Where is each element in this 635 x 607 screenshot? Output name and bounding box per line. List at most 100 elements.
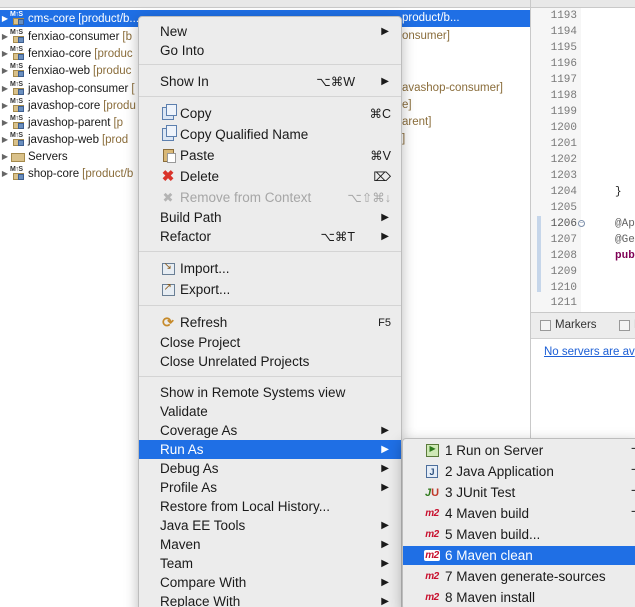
code-editor[interactable]: 1193 1194 1195 1196 1197 1198 1199 1200 … [530,0,635,312]
submenu-arrow-icon: ▶ [381,26,389,37]
menu-item-label: 1 Run on Server [445,443,544,458]
tree-item-branch: [prod [101,133,129,146]
java-app-icon: J [424,464,440,479]
menu-item-label: 4 Maven build [445,506,530,521]
tree-item-suffix: arent] [402,116,432,128]
tab-properties[interactable]: P [619,319,635,331]
menu-separator [139,305,401,306]
menu-item-restore-local-history[interactable]: Restore from Local History... [139,497,401,516]
run-as-java-application[interactable]: J 2 Java Application ⌥ [403,462,635,481]
shortcut-label: F5 [378,316,391,329]
menu-item-label: Show in Remote Systems view [160,385,346,400]
folder-icon [10,150,26,164]
menu-item-remove-from-context: ✖ Remove from Context ⌥⇧⌘↓ [139,188,401,207]
tree-item-label: javashop-parent [28,116,111,129]
menu-item-replace-with[interactable]: Replace With ▶ [139,592,401,607]
run-as-maven-build-dialog[interactable]: m2 5 Maven build... [403,525,635,544]
line-number: 1208 [550,250,577,262]
submenu-arrow-icon: ▶ [381,212,389,223]
tree-item-label: javashop-core [28,99,101,112]
editor-tab[interactable] [531,0,635,8]
tree-item-label: javashop-web [28,133,99,146]
menu-item-compare-with[interactable]: Compare With ▶ [139,573,401,592]
menu-item-label: Build Path [160,210,222,225]
line-number: 1205 [550,202,577,214]
tab-markers[interactable]: Markers [540,319,597,331]
tree-item-suffix: ] [402,133,406,145]
expand-arrow-icon[interactable]: ▶ [0,101,10,110]
tree-item-suffix: avashop-consumer] [402,82,503,94]
menu-item-show-remote-systems[interactable]: Show in Remote Systems view [139,383,401,402]
menu-item-label: Refresh [180,315,228,330]
menu-item-maven[interactable]: Maven ▶ [139,535,401,554]
line-number: 1197 [550,74,577,86]
expand-arrow-icon[interactable]: ▶ [0,135,10,144]
m2-icon: m2 [425,508,439,519]
menu-item-build-path[interactable]: Build Path ▶ [139,208,401,227]
run-as-maven-install[interactable]: m2 8 Maven install [403,588,635,607]
no-servers-link[interactable]: No servers are av [544,346,635,358]
menu-item-new[interactable]: New ▶ [139,22,401,41]
menu-item-label: Paste [180,148,215,163]
expand-arrow-icon[interactable]: ▶ [0,32,10,41]
menu-separator [139,376,401,377]
run-as-maven-build[interactable]: m2 4 Maven build ⌥ [403,504,635,523]
menu-item-paste[interactable]: Paste ⌘V [139,146,401,165]
menu-item-close-unrelated[interactable]: Close Unrelated Projects [139,352,401,371]
menu-item-label: Go Into [160,43,205,58]
tree-item-label: javashop-consumer [28,82,129,95]
menu-item-label: Copy [180,106,212,121]
expand-arrow-icon[interactable]: ▶ [0,118,10,127]
line-number: 1211 [550,297,577,309]
expand-arrow-icon[interactable]: ▶ [0,169,10,178]
menu-item-import[interactable]: Import... [139,259,401,278]
menu-item-label: Debug As [160,461,219,476]
expand-arrow-icon[interactable]: ▶ [0,14,10,23]
line-number: 1195 [550,42,577,54]
run-as-junit-test[interactable]: JU 3 JUnit Test ⌥ [403,483,635,502]
fold-toggle-icon[interactable]: − [578,220,585,227]
submenu-arrow-icon: ▶ [381,596,389,607]
menu-item-label: Close Unrelated Projects [160,354,310,369]
shortcut-label: ⌥⇧⌘↓ [347,191,391,205]
line-number: 1204 [550,186,577,198]
submenu-arrow-icon: ▶ [381,425,389,436]
explorer-tab-bar[interactable] [0,0,530,8]
expand-arrow-icon[interactable]: ▶ [0,66,10,75]
menu-item-show-in[interactable]: Show In ⌥⌘W ▶ [139,72,401,91]
expand-arrow-icon[interactable]: ▶ [0,152,10,161]
menu-item-run-as[interactable]: Run As ▶ [139,440,401,459]
menu-item-profile-as[interactable]: Profile As ▶ [139,478,401,497]
tree-item-branch: [ [131,82,135,95]
menu-item-label: Import... [180,261,230,276]
menu-item-debug-as[interactable]: Debug As ▶ [139,459,401,478]
tree-item-branch: [produ [103,99,136,112]
menu-item-coverage-as[interactable]: Coverage As ▶ [139,421,401,440]
run-as-maven-clean[interactable]: m2 6 Maven clean [403,546,635,565]
menu-item-delete[interactable]: ✖ Delete ⌦ [139,167,401,186]
submenu-arrow-icon: ▶ [381,577,389,588]
m2-icon: m2 [425,592,439,603]
menu-item-label: Show In [160,74,209,89]
submenu-arrow-icon: ▶ [381,482,389,493]
menu-item-copy[interactable]: Copy ⌘C [139,104,401,123]
menu-item-refresh[interactable]: ⟳ Refresh F5 [139,313,401,332]
menu-item-team[interactable]: Team ▶ [139,554,401,573]
remove-context-icon: ✖ [162,189,174,205]
tree-item-branch: [b [122,30,132,43]
menu-item-refactor[interactable]: Refactor ⌥⌘T ▶ [139,227,401,246]
line-number: 1199 [550,106,577,118]
menu-item-go-into[interactable]: Go Into [139,41,401,60]
junit-icon: JU [424,486,440,499]
tree-item-branch: [p [113,116,124,129]
menu-item-close-project[interactable]: Close Project [139,333,401,352]
menu-item-validate[interactable]: Validate [139,402,401,421]
expand-arrow-icon[interactable]: ▶ [0,49,10,58]
menu-item-copy-qualified-name[interactable]: Copy Qualified Name [139,125,401,144]
tree-item-label: fenxiao-consumer [28,30,120,43]
menu-item-export[interactable]: Export... [139,280,401,299]
menu-item-java-ee-tools[interactable]: Java EE Tools ▶ [139,516,401,535]
run-as-maven-generate-sources[interactable]: m2 7 Maven generate-sources [403,567,635,586]
expand-arrow-icon[interactable]: ▶ [0,84,10,93]
run-as-run-on-server[interactable]: 1 Run on Server ⌥ [403,441,635,460]
